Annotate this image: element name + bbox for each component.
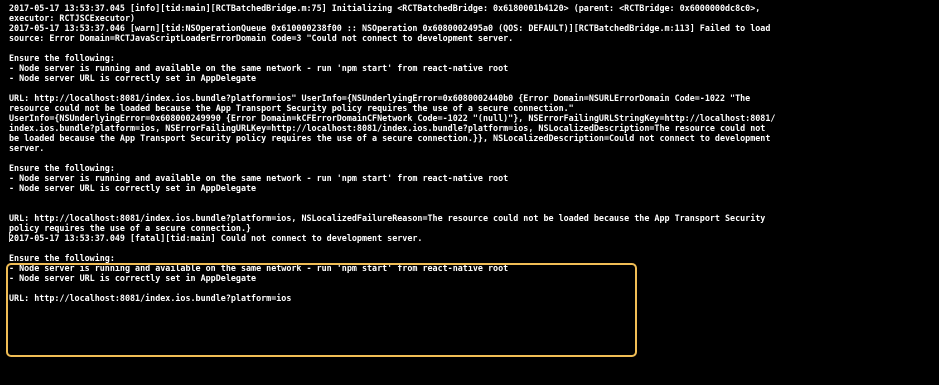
highlight-box xyxy=(6,263,637,357)
log-line-ensure-heading: Ensure the following: xyxy=(9,163,115,173)
log-line-warn-failed-load: 2017-05-17 13:53:37.046 [warn][tid:NSOpe… xyxy=(9,23,771,33)
log-line-blank xyxy=(9,243,937,253)
log-line-node-url: - Node server URL is correctly set in Ap… xyxy=(9,183,257,193)
log-line-url-failure-reason: URL: http://localhost:8081/index.ios.bun… xyxy=(9,213,766,223)
log-line-ats-policy: resource could not be loaded because the… xyxy=(9,103,574,113)
log-line-blank xyxy=(9,203,937,213)
log-line-url-userinfo: URL: http://localhost:8081/index.ios.bun… xyxy=(9,93,751,103)
log-line-executor: executor: RCTJSCExecutor) xyxy=(9,13,136,23)
log-line-error-domain: source: Error Domain=RCTJavaScriptLoader… xyxy=(9,33,514,43)
log-line-localized-description: be loaded because the App Transport Secu… xyxy=(9,133,771,143)
log-line-node-running: - Node server is running and available o… xyxy=(9,173,509,183)
log-line-ensure-heading: Ensure the following: xyxy=(9,53,115,63)
text-cursor xyxy=(9,232,10,242)
log-line-ensure-heading: Ensure the following: xyxy=(9,253,115,263)
console-lines: 2017-05-17 13:53:37.045 [info][tid:main]… xyxy=(9,3,937,303)
log-line-blank xyxy=(9,43,937,53)
log-line-server: server. xyxy=(9,143,45,153)
log-line-fatal: 2017-05-17 13:53:37.049 [fatal][tid:main… xyxy=(9,233,423,243)
console-output[interactable]: 2017-05-17 13:53:37.045 [info][tid:main]… xyxy=(0,0,939,385)
log-line-blank xyxy=(9,153,937,163)
log-line-node-running: - Node server is running and available o… xyxy=(9,63,509,73)
log-line-node-url: - Node server URL is correctly set in Ap… xyxy=(9,73,257,83)
log-line-failing-url: index.ios.bundle?platform=ios, NSErrorFa… xyxy=(9,123,766,133)
log-line-policy-secure: policy requires the use of a secure conn… xyxy=(9,223,252,233)
log-line-blank xyxy=(9,193,937,203)
log-line-underlying-error: UserInfo={NSUnderlyingError=0x6080002499… xyxy=(9,113,776,123)
log-line-blank xyxy=(9,83,937,93)
log-line-info-bridge-init: 2017-05-17 13:53:37.045 [info][tid:main]… xyxy=(9,3,761,13)
